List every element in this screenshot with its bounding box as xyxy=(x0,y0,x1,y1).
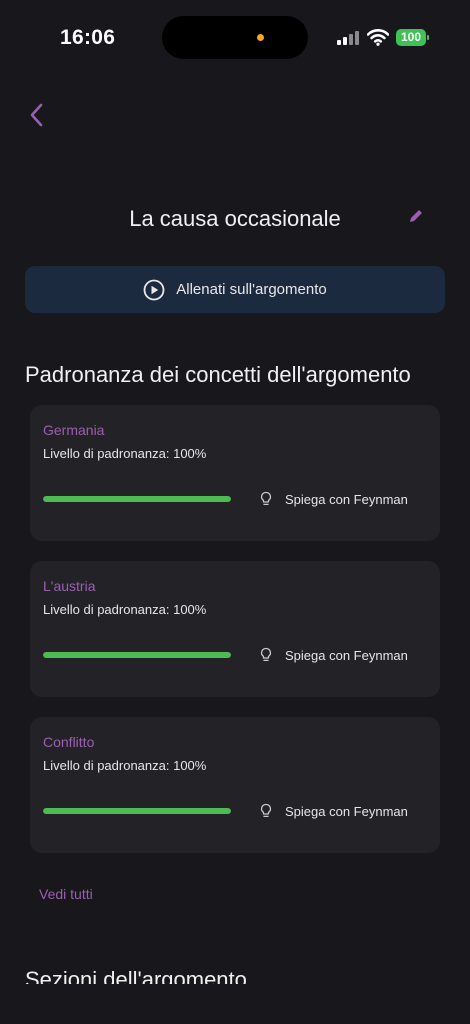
dynamic-island xyxy=(162,16,308,59)
sections-title: Sezioni dell'argomento xyxy=(25,967,247,984)
lightbulb-icon xyxy=(260,491,272,506)
status-bar: 16:06 100 xyxy=(0,0,470,76)
lightbulb-icon xyxy=(260,803,272,818)
feynman-explain-button[interactable]: Spiega con Feynman xyxy=(259,491,408,507)
mastery-progress-bar xyxy=(43,652,231,658)
concept-name: Germania xyxy=(43,422,105,438)
sections-header-clip: Sezioni dell'argomento xyxy=(0,960,470,984)
train-topic-label: Allenati sull'argomento xyxy=(176,281,327,298)
feynman-explain-label: Spiega con Feynman xyxy=(285,491,408,507)
privacy-indicator-dot xyxy=(257,34,264,41)
mastery-level-text: Livello di padronanza: 100% xyxy=(43,602,207,617)
status-time: 16:06 xyxy=(60,26,116,49)
signal-icon xyxy=(337,31,361,45)
mastery-progress-bar xyxy=(43,808,231,814)
mastery-level-text: Livello di padronanza: 100% xyxy=(43,446,207,461)
concept-card[interactable]: Germania Livello di padronanza: 100% Spi… xyxy=(30,405,440,541)
train-topic-button[interactable]: Allenati sull'argomento xyxy=(25,266,445,313)
chevron-left-icon[interactable] xyxy=(26,102,48,128)
concept-name: L'austria xyxy=(43,578,96,594)
lightbulb-icon xyxy=(260,647,272,662)
feynman-explain-button[interactable]: Spiega con Feynman xyxy=(259,647,408,663)
battery-icon: 100 xyxy=(396,29,426,46)
feynman-explain-label: Spiega con Feynman xyxy=(285,647,408,663)
concept-card[interactable]: Conflitto Livello di padronanza: 100% Sp… xyxy=(30,717,440,853)
mastery-level-text: Livello di padronanza: 100% xyxy=(43,758,207,773)
wifi-icon xyxy=(367,29,389,46)
feynman-explain-button[interactable]: Spiega con Feynman xyxy=(259,803,408,819)
mastery-section-title: Padronanza dei concetti dell'argomento xyxy=(25,362,411,387)
battery-cap xyxy=(427,35,429,40)
page-title: La causa occasionale xyxy=(129,206,341,231)
feynman-explain-label: Spiega con Feynman xyxy=(285,803,408,819)
see-all-link[interactable]: Vedi tutti xyxy=(39,886,93,902)
pencil-icon[interactable] xyxy=(407,207,425,225)
mastery-progress-bar xyxy=(43,496,231,502)
play-circle-icon xyxy=(143,279,165,300)
concept-card[interactable]: L'austria Livello di padronanza: 100% Sp… xyxy=(30,561,440,697)
concept-name: Conflitto xyxy=(43,734,95,750)
